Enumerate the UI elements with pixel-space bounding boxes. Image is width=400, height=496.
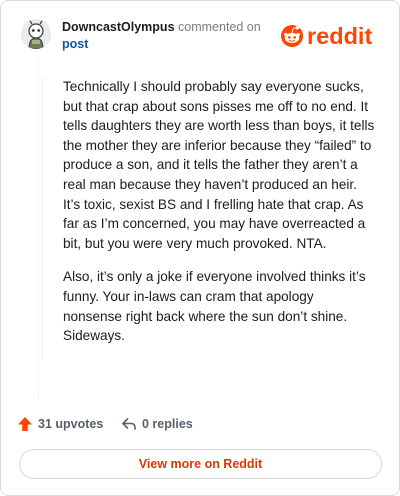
comment-paragraph-2: Also, it’s only a joke if everyone invol… (63, 269, 366, 344)
reddit-logo-icon: reddit (281, 23, 372, 49)
comment-action-text: commented on (178, 20, 261, 34)
snoo-avatar-icon (21, 19, 51, 49)
username-link[interactable]: DowncastOlympus (62, 20, 175, 34)
reply-count: 0 replies (142, 417, 193, 431)
comment-actions: 31 upvotes 0 replies (17, 414, 317, 434)
user-avatar[interactable] (21, 19, 51, 49)
upvote-count: 31 upvotes (38, 417, 104, 431)
embedded-comment-card: DowncastOlympus commented on post reddit… (0, 0, 400, 496)
reply-button[interactable]: 0 replies (121, 414, 193, 434)
comment-body: Technically I should probably say everyo… (42, 77, 375, 360)
comment-header: DowncastOlympus commented on post reddit (21, 15, 383, 55)
comment-paragraph-1: Technically I should probably say everyo… (63, 79, 375, 251)
comment-meta: DowncastOlympus commented on post (62, 19, 282, 53)
view-more-on-reddit-button[interactable]: View more on Reddit (19, 449, 382, 479)
reddit-wordmark: reddit (307, 23, 372, 49)
thread-line (38, 55, 39, 399)
reply-arrow-icon (122, 418, 136, 430)
upvote-button[interactable]: 31 upvotes (17, 414, 103, 434)
upvote-arrow-icon (18, 417, 32, 431)
post-link[interactable]: post (62, 36, 282, 53)
reddit-logo[interactable]: reddit (279, 20, 385, 50)
